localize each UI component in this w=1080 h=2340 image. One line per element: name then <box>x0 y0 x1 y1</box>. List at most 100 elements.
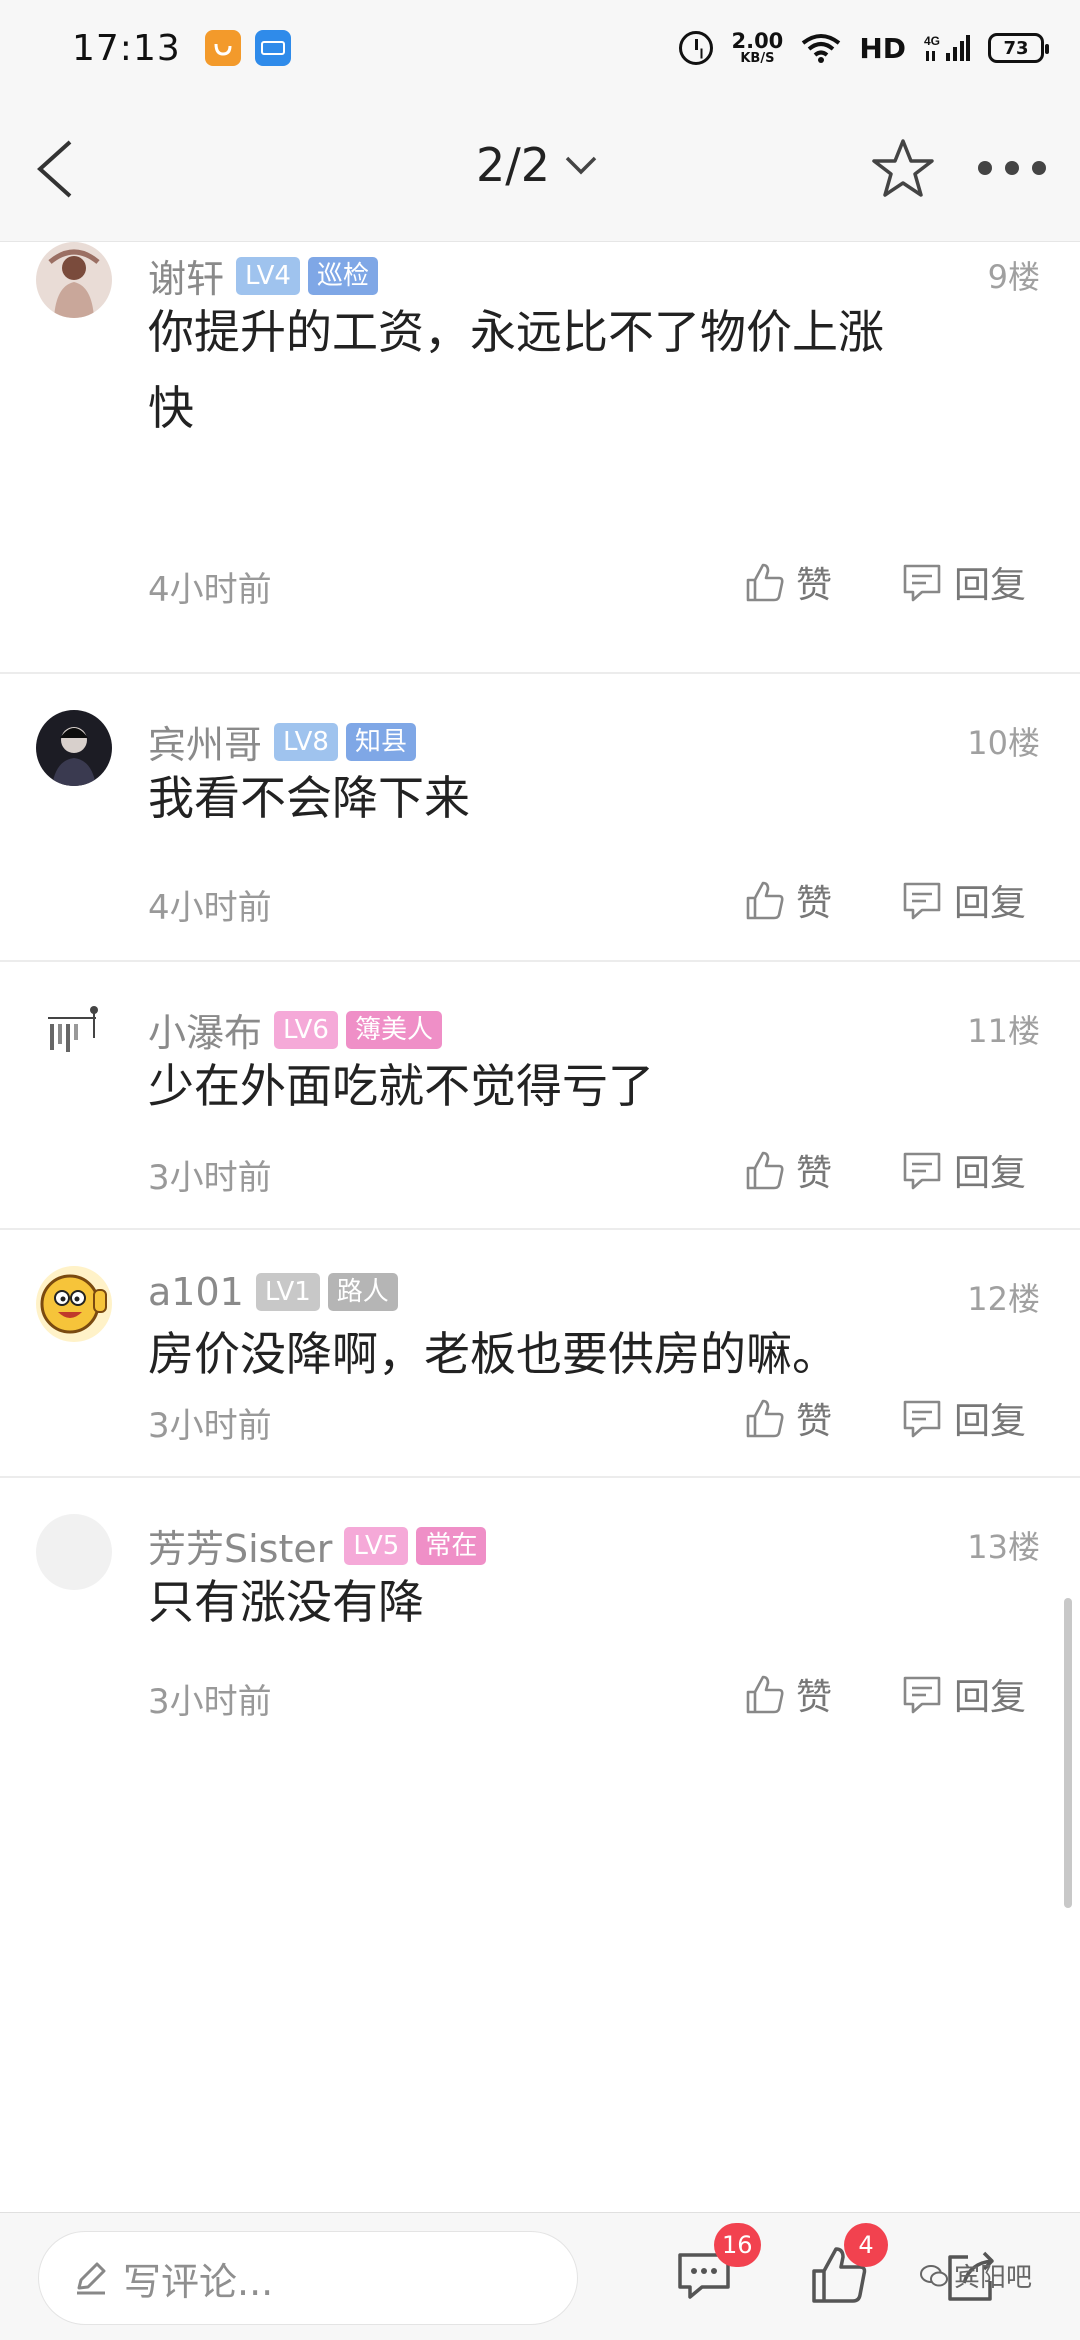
favorite-star-icon[interactable] <box>870 136 936 202</box>
comment-content: 你提升的工资，永远比不了物价上涨 快 <box>148 294 1008 446</box>
floor-number: 13楼 <box>967 1528 1040 1566</box>
reply-button[interactable]: 回复 <box>900 874 1026 926</box>
reply-bubble-icon <box>903 564 941 602</box>
floor-number: 11楼 <box>967 1012 1040 1050</box>
reply-label: 回复 <box>954 565 1027 606</box>
comment-item: 小瀑布 LV6 簿美人 11楼 少在外面吃就不觉得亏了 3小时前 赞 回复 <box>0 962 1080 1230</box>
comment-time: 4小时前 <box>148 888 272 928</box>
comment-input[interactable]: 写评论... <box>38 2231 578 2325</box>
comment-count-badge: 16 <box>714 2223 761 2267</box>
level-badge: LV5 <box>344 1526 409 1565</box>
page-indicator: 2/2 <box>476 138 551 192</box>
reply-label: 回复 <box>954 1153 1027 1194</box>
status-time: 17:13 <box>72 27 181 69</box>
title-badge: 知县 <box>345 722 416 761</box>
like-count-badge: 4 <box>844 2223 888 2267</box>
title-badge: 巡检 <box>307 256 378 295</box>
title-badge: 常在 <box>416 1526 487 1565</box>
thumbs-up-icon <box>746 1675 784 1714</box>
title-badge: 簿美人 <box>345 1010 442 1049</box>
like-label: 赞 <box>796 1401 833 1442</box>
title-badge: 路人 <box>327 1273 398 1311</box>
thumbs-up-icon <box>746 1151 784 1190</box>
pencil-icon <box>77 2262 106 2295</box>
scrollbar[interactable] <box>1064 1598 1072 1908</box>
top-nav-bar: 2/2 <box>0 96 1080 242</box>
reply-label: 回复 <box>954 1677 1027 1718</box>
post-detail-page: 17:13 2.00 KB/S HD 4G 73 2/2 谢轩 LV4 巡检 9… <box>0 0 1080 2340</box>
status-bar: 17:13 2.00 KB/S HD 4G 73 <box>0 0 1080 96</box>
reply-bubble-icon <box>903 1400 941 1438</box>
comment-content-line: 少在外面吃就不觉得亏了 <box>148 1059 654 1113</box>
reply-button[interactable]: 回复 <box>900 1392 1026 1444</box>
comment-time: 3小时前 <box>148 1158 272 1198</box>
thumbs-up-icon <box>746 1399 784 1438</box>
bottom-action-bar: 写评论... 16 4 宾阳吧 <box>0 2212 1080 2340</box>
reply-label: 回复 <box>954 883 1027 924</box>
chevron-down-icon <box>565 156 597 175</box>
net-speed-unit: KB/S <box>740 51 775 66</box>
like-button[interactable]: 赞 <box>742 874 832 926</box>
uc-browser-icon <box>204 30 241 66</box>
net-speed-value: 2.00 <box>731 29 784 53</box>
comment-item: 宾州哥 LV8 知县 10楼 我看不会降下来 4小时前 赞 回复 <box>0 674 1080 962</box>
hd-indicator: HD <box>859 31 906 65</box>
comment-time: 4小时前 <box>148 570 272 610</box>
like-button[interactable]: 赞 <box>742 1668 832 1720</box>
page-selector[interactable]: 2/2 <box>476 138 598 192</box>
status-right: 2.00 KB/S HD 4G 73 <box>679 29 1049 66</box>
like-label: 赞 <box>796 883 833 924</box>
back-arrow-icon[interactable] <box>30 136 90 202</box>
reply-bubble-icon <box>903 1152 941 1190</box>
comment-content: 只有涨没有降 <box>148 1564 1008 1640</box>
reply-bubble-icon <box>903 1676 941 1714</box>
avatar[interactable] <box>36 998 112 1074</box>
battery-indicator: 73 <box>988 33 1049 63</box>
level-badge: LV6 <box>274 1010 338 1049</box>
reply-bubble-icon <box>903 882 941 920</box>
comment-item: 芳芳Sister LV5 常在 13楼 只有涨没有降 3小时前 赞 回复 <box>0 1478 1080 1722</box>
comment-content: 我看不会降下来 <box>148 760 1008 836</box>
reply-button[interactable]: 回复 <box>900 1144 1026 1196</box>
comment-item: a101 LV1 路人 12楼 房价没降啊，老板也要供房的嘛。 3小时前 赞 回… <box>0 1230 1080 1478</box>
alarm-icon <box>679 31 714 65</box>
comment-content-line: 房价没降啊，老板也要供房的嘛。 <box>148 1327 838 1381</box>
net-speed: 2.00 KB/S <box>731 29 784 66</box>
avatar[interactable] <box>36 242 112 318</box>
more-options-icon[interactable] <box>978 156 1046 180</box>
reply-label: 回复 <box>954 1401 1027 1442</box>
thumbs-up-icon <box>746 563 784 602</box>
comment-content-line: 快 <box>148 381 194 435</box>
floor-number: 10楼 <box>967 724 1040 762</box>
reply-button[interactable]: 回复 <box>900 556 1026 608</box>
comment-list: 谢轩 LV4 巡检 9楼 你提升的工资，永远比不了物价上涨 快 4小时前 赞 回… <box>0 242 1080 1722</box>
reply-button[interactable]: 回复 <box>900 1668 1026 1720</box>
like-label: 赞 <box>796 1677 833 1718</box>
username[interactable]: a101 <box>148 1270 244 1314</box>
like-label: 赞 <box>796 565 833 606</box>
comment-content: 少在外面吃就不觉得亏了 <box>148 1048 1008 1124</box>
watermark-text: 宾阳吧 <box>954 2263 1033 2293</box>
comment-time: 3小时前 <box>148 1406 272 1446</box>
signal-4g-icon: 4G <box>924 34 970 61</box>
floor-number: 9楼 <box>987 258 1040 296</box>
comment-content-line: 只有涨没有降 <box>148 1575 424 1629</box>
like-button[interactable]: 赞 <box>742 1144 832 1196</box>
comment-content-line: 你提升的工资，永远比不了物价上涨 <box>148 305 884 359</box>
level-badge: LV4 <box>236 256 300 295</box>
avatar[interactable] <box>36 1514 112 1590</box>
thumbs-up-icon <box>746 881 784 920</box>
level-badge: LV1 <box>255 1273 320 1311</box>
comment-time: 3小时前 <box>148 1682 272 1722</box>
like-button[interactable]: 赞 <box>742 1392 832 1444</box>
user-info-row: a101 LV1 路人 <box>148 1270 398 1314</box>
like-button[interactable]: 赞 <box>742 556 832 608</box>
network-type: 4G <box>924 34 940 48</box>
avatar[interactable] <box>36 1266 112 1342</box>
comment-item: 谢轩 LV4 巡检 9楼 你提升的工资，永远比不了物价上涨 快 4小时前 赞 回… <box>0 242 1080 674</box>
avatar[interactable] <box>36 710 112 786</box>
comment-content-line: 我看不会降下来 <box>148 771 470 825</box>
wifi-icon <box>802 34 841 63</box>
like-label: 赞 <box>796 1153 833 1194</box>
floor-number: 12楼 <box>967 1280 1040 1318</box>
